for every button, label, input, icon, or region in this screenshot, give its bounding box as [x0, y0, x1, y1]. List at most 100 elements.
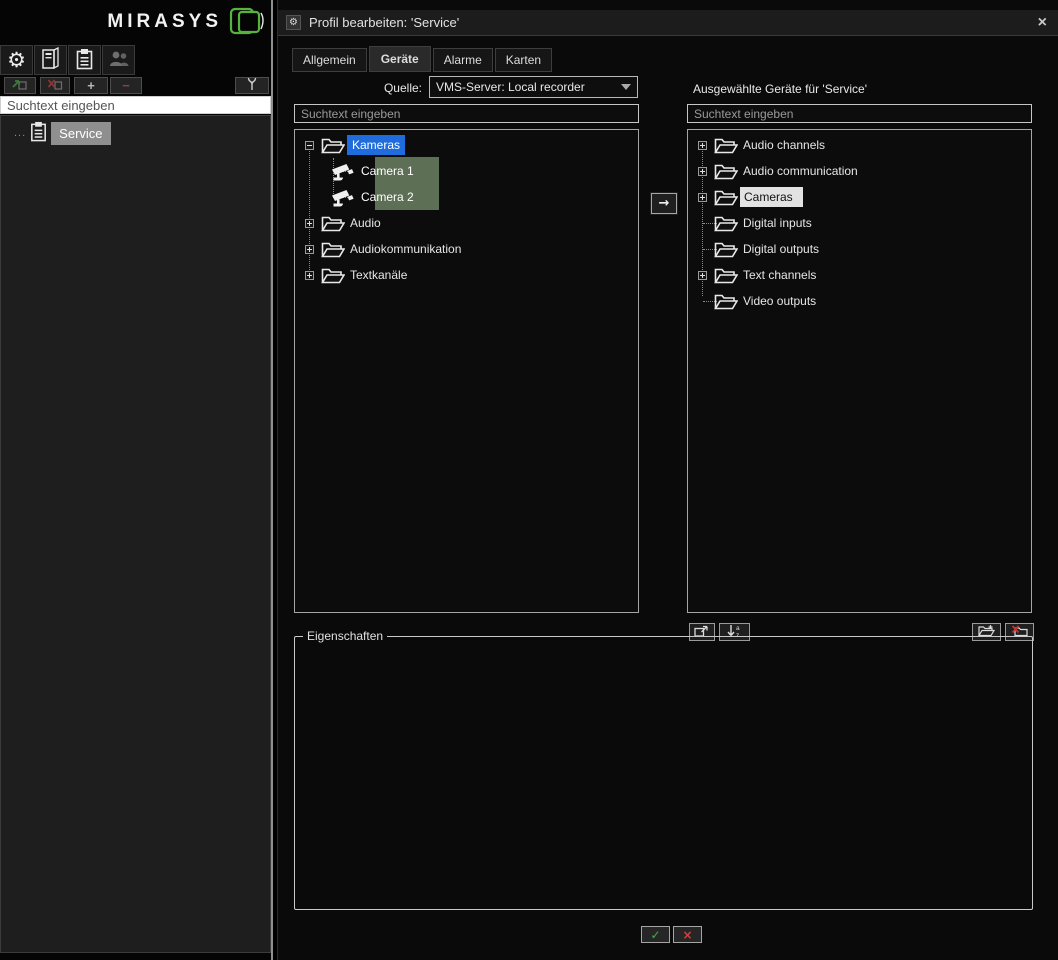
tab-geraete[interactable]: Geräte [369, 46, 431, 72]
remove-red-icon [47, 78, 63, 93]
tree-item-label: Digital outputs [743, 242, 819, 256]
logo-text: MIRASYS [107, 11, 222, 33]
chevron-down-icon [621, 84, 631, 90]
folder-icon [714, 215, 738, 232]
tree-item-label: Audiokommunikation [350, 242, 461, 256]
tab-alarme[interactable]: Alarme [433, 48, 493, 72]
expand-plus-icon[interactable] [305, 219, 314, 228]
arrow-right-icon: → [659, 196, 670, 211]
tab-allgemein[interactable]: Allgemein [292, 48, 367, 72]
collapse-minus-icon[interactable] [305, 141, 314, 150]
camera-icon [329, 162, 356, 181]
users-icon [108, 49, 130, 72]
expand-plus-icon[interactable] [698, 167, 707, 176]
folder-icon [321, 241, 345, 258]
add-green-icon [12, 78, 28, 93]
tree-connector-dots: ... [14, 127, 26, 139]
close-icon[interactable]: × [1038, 15, 1047, 31]
tree-item-digital-inputs[interactable]: Digital inputs [688, 210, 1031, 236]
tree-item-label: Audio [350, 216, 381, 230]
move-right-button[interactable]: → [651, 193, 677, 214]
sub-toolbar: + − [0, 76, 271, 94]
servers-tab-button[interactable] [34, 45, 67, 75]
source-dropdown[interactable]: VMS-Server: Local recorder [429, 76, 638, 98]
tree-item-label: Video outputs [743, 294, 816, 308]
profile-edit-dialog: ⚙ Profil bearbeiten: 'Service' × Allgeme… [277, 0, 1058, 960]
mirasys-logo-icon [228, 5, 266, 40]
profiles-tab-button[interactable] [68, 45, 101, 75]
profile-tree-item-label: Service [51, 122, 110, 145]
plus-icon: + [87, 79, 95, 92]
expand-plus-icon[interactable] [698, 271, 707, 280]
connections-button[interactable] [235, 77, 269, 94]
profile-tree-item-service[interactable]: ... Service [1, 120, 111, 146]
folder-icon [714, 163, 738, 180]
tree-item-label: Camera 1 [361, 164, 414, 178]
check-icon: ✓ [650, 929, 660, 941]
dialog-title: Profil bearbeiten: 'Service' [309, 15, 459, 30]
tree-item-label: Digital inputs [743, 216, 812, 230]
server-icon [41, 47, 61, 73]
folder-icon [321, 215, 345, 232]
folder-icon [714, 137, 738, 154]
tree-item-digital-outputs[interactable]: Digital outputs [688, 236, 1031, 262]
users-tab-button[interactable] [102, 45, 135, 75]
tree-item-cameras[interactable]: Cameras [688, 184, 1031, 210]
expand-plus-icon[interactable] [305, 271, 314, 280]
clipboard-icon [30, 121, 47, 145]
sidebar: MIRASYS ⚙ [0, 0, 273, 960]
available-devices-tree: Kameras Camera 1 Camera 2 Audio Audiokom… [294, 129, 639, 613]
dialog-titlebar[interactable]: ⚙ Profil bearbeiten: 'Service' × [278, 10, 1058, 36]
tree-item-audio-communication[interactable]: Audio communication [688, 158, 1031, 184]
cancel-x-icon: × [682, 929, 692, 941]
remove-button[interactable]: − [110, 77, 142, 94]
tree-item-label: Kameras [347, 135, 405, 155]
tree-item-label: Text channels [743, 268, 816, 282]
tree-item-label: Audio communication [743, 164, 858, 178]
profile-gear-icon: ⚙ [286, 15, 301, 30]
source-label: Quelle: [338, 81, 422, 95]
expand-plus-icon[interactable] [698, 141, 707, 150]
folder-icon [321, 267, 345, 284]
expand-plus-icon[interactable] [698, 193, 707, 202]
camera-icon [329, 188, 356, 207]
sidebar-search-input[interactable] [0, 96, 271, 114]
dialog-tabbar: Allgemein Geräte Alarme Karten [292, 46, 554, 72]
tree-item-label: Cameras [740, 187, 803, 207]
expand-plus-icon[interactable] [305, 245, 314, 254]
logo: MIRASYS [0, 0, 271, 44]
tree-item-kameras[interactable]: Kameras [295, 132, 638, 158]
selected-devices-tree: Audio channels Audio communication Camer… [687, 129, 1032, 613]
cancel-button[interactable]: × [673, 926, 702, 943]
tree-item-camera-1[interactable]: Camera 1 [295, 158, 638, 184]
remove-from-profile-button[interactable] [40, 77, 70, 94]
folder-icon [714, 267, 738, 284]
properties-groupbox: Eigenschaften [294, 636, 1033, 910]
device-search-input[interactable] [294, 104, 639, 123]
tree-item-audio-channels[interactable]: Audio channels [688, 132, 1031, 158]
tree-item-video-outputs[interactable]: Video outputs [688, 288, 1031, 314]
folder-icon [321, 137, 345, 154]
tree-item-label: Camera 2 [361, 190, 414, 204]
folder-icon [714, 293, 738, 310]
tree-item-camera-2[interactable]: Camera 2 [295, 184, 638, 210]
settings-tab-button[interactable]: ⚙ [0, 45, 33, 75]
tree-item-textkanaele[interactable]: Textkanäle [295, 262, 638, 288]
tree-item-audiokommunikation[interactable]: Audiokommunikation [295, 236, 638, 262]
add-to-profile-button[interactable] [4, 77, 36, 94]
properties-label: Eigenschaften [303, 629, 387, 643]
selected-devices-search-input[interactable] [687, 104, 1032, 123]
main-toolbar: ⚙ [0, 45, 136, 75]
tab-karten[interactable]: Karten [495, 48, 552, 72]
svg-text:a: a [736, 625, 740, 632]
ok-button[interactable]: ✓ [641, 926, 670, 943]
fork-icon [246, 76, 258, 94]
source-dropdown-value: VMS-Server: Local recorder [436, 80, 585, 94]
tree-item-label: Audio channels [743, 138, 825, 152]
add-button[interactable]: + [74, 77, 108, 94]
profile-tree-panel: ... Service [0, 115, 271, 953]
clipboard-icon [76, 48, 93, 73]
tree-item-audio[interactable]: Audio [295, 210, 638, 236]
tree-item-text-channels[interactable]: Text channels [688, 262, 1031, 288]
gear-icon: ⚙ [7, 50, 26, 71]
